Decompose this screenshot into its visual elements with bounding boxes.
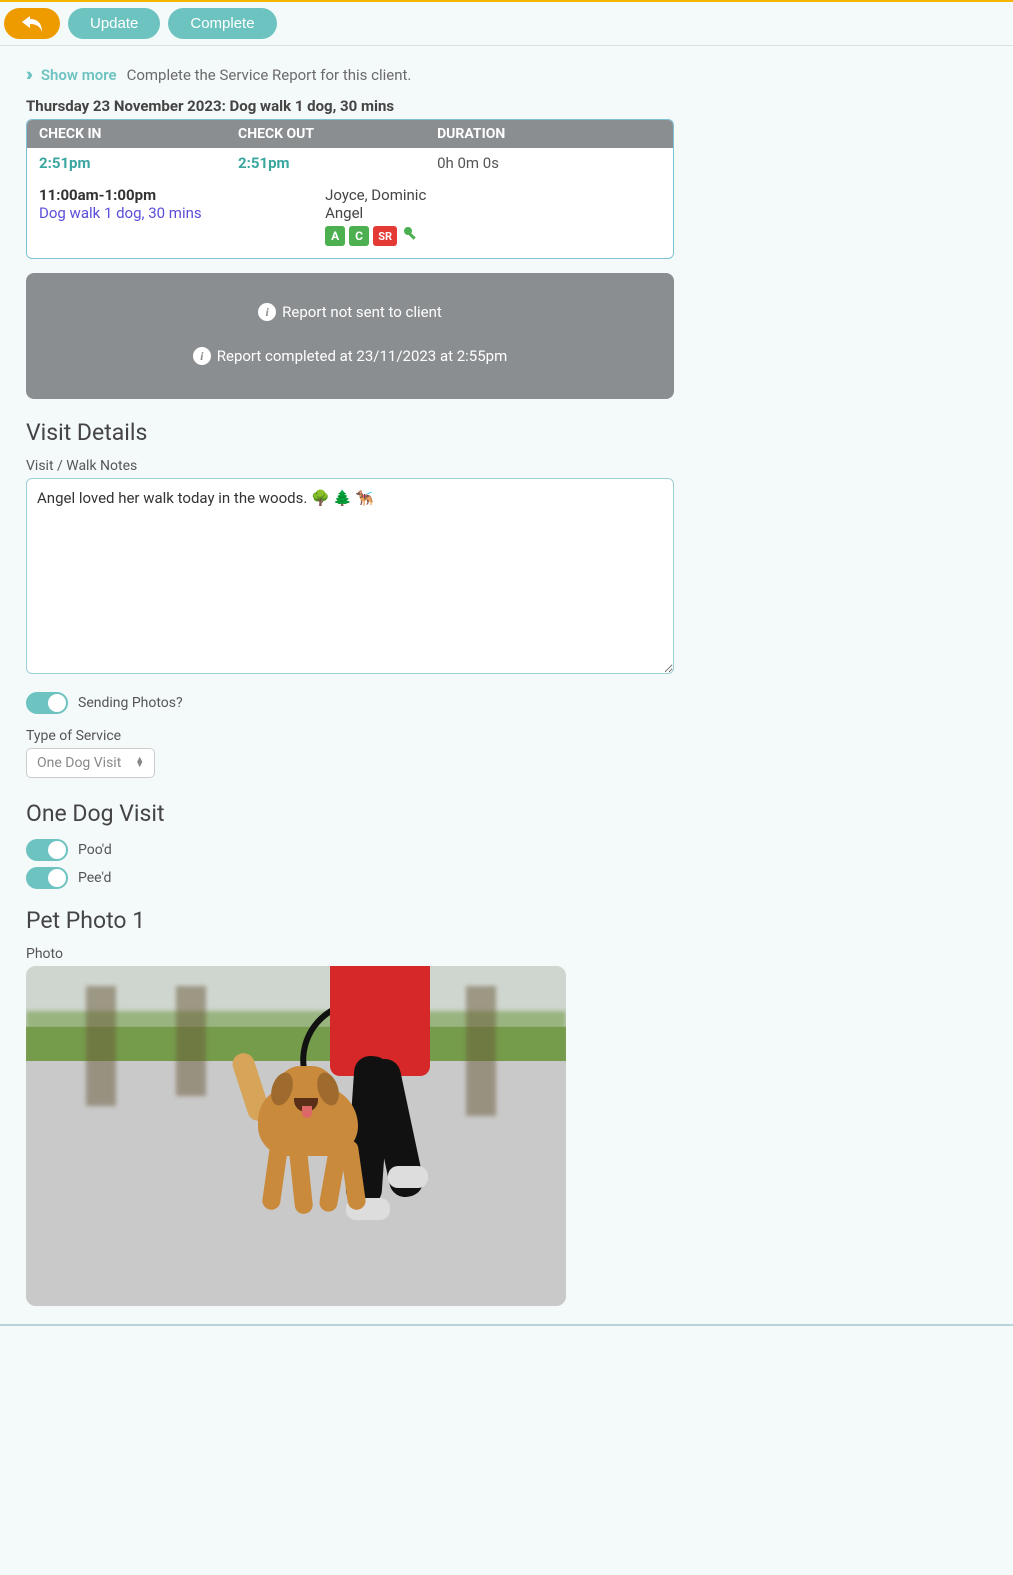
check-out-header: CHECK OUT bbox=[238, 126, 437, 142]
chevrons-right-icon: ›› bbox=[26, 64, 29, 85]
pet-photo[interactable] bbox=[26, 966, 566, 1306]
visit-time-range: 11:00am-1:00pm bbox=[39, 186, 325, 204]
duration-header: DURATION bbox=[437, 126, 661, 142]
client-name: Joyce, Dominic bbox=[325, 186, 661, 204]
reply-arrow-icon bbox=[22, 16, 42, 32]
complete-button[interactable]: Complete bbox=[168, 8, 276, 39]
peed-toggle[interactable] bbox=[26, 867, 68, 889]
info-icon: i bbox=[193, 347, 211, 365]
sending-photos-toggle[interactable] bbox=[26, 692, 68, 714]
status-completed: Report completed at 23/11/2023 at 2:55pm bbox=[217, 347, 508, 365]
pet-name: Angel bbox=[325, 204, 661, 222]
show-more-row: ›› Show more Complete the Service Report… bbox=[26, 64, 674, 85]
badge-c[interactable]: C bbox=[349, 226, 369, 246]
photo-label: Photo bbox=[26, 946, 674, 962]
one-dog-heading: One Dog Visit bbox=[26, 800, 674, 827]
badges-row: A C SR bbox=[325, 226, 661, 246]
check-header: CHECK IN CHECK OUT DURATION bbox=[27, 120, 673, 148]
duration-value: 0h 0m 0s bbox=[437, 154, 661, 172]
check-in-time[interactable]: 2:51pm bbox=[39, 154, 238, 172]
service-link[interactable]: Dog walk 1 dog, 30 mins bbox=[39, 204, 325, 222]
peed-label: Pee'd bbox=[78, 870, 111, 886]
badge-a[interactable]: A bbox=[325, 226, 345, 246]
select-caret-icon: ▲▼ bbox=[135, 758, 144, 768]
update-button[interactable]: Update bbox=[68, 8, 160, 39]
check-card: CHECK IN CHECK OUT DURATION 2:51pm 2:51p… bbox=[26, 119, 674, 259]
badge-sr[interactable]: SR bbox=[373, 226, 397, 246]
pood-toggle[interactable] bbox=[26, 839, 68, 861]
key-icon[interactable] bbox=[403, 226, 419, 246]
status-box: i Report not sent to client i Report com… bbox=[26, 273, 674, 399]
check-out-time[interactable]: 2:51pm bbox=[238, 154, 437, 172]
show-more-description: Complete the Service Report for this cli… bbox=[127, 66, 412, 84]
visit-details-heading: Visit Details bbox=[26, 419, 674, 446]
type-of-service-value: One Dog Visit bbox=[37, 755, 121, 771]
info-icon: i bbox=[258, 303, 276, 321]
type-of-service-label: Type of Service bbox=[26, 728, 674, 744]
pood-label: Poo'd bbox=[78, 842, 112, 858]
check-in-header: CHECK IN bbox=[39, 126, 238, 142]
toolbar: Update Complete bbox=[0, 2, 1013, 46]
pet-photo-heading: Pet Photo 1 bbox=[26, 907, 674, 934]
notes-textarea[interactable] bbox=[26, 478, 674, 674]
type-of-service-select[interactable]: One Dog Visit ▲▼ bbox=[26, 748, 155, 778]
date-title: Thursday 23 November 2023: Dog walk 1 do… bbox=[26, 97, 674, 115]
status-not-sent: Report not sent to client bbox=[282, 303, 442, 321]
notes-label: Visit / Walk Notes bbox=[26, 458, 674, 474]
sending-photos-label: Sending Photos? bbox=[78, 695, 183, 711]
show-more-link[interactable]: Show more bbox=[41, 66, 117, 84]
back-button[interactable] bbox=[4, 8, 60, 39]
